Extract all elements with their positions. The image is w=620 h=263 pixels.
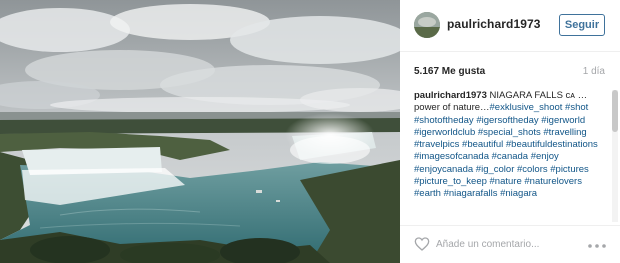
caption-container: paulrichard1973 NIAGARA FALLS ᴄᴀ …power … (414, 90, 606, 222)
post-header: paulrichard1973 Seguir (400, 0, 620, 52)
caption-username[interactable]: paulrichard1973 (414, 90, 487, 101)
post-stats: 5.167 Me gusta 1 día (400, 52, 620, 88)
comment-input[interactable] (436, 236, 576, 252)
follow-button[interactable]: Seguir (559, 14, 605, 36)
caption-hashtags[interactable]: #exklusive_shoot #shot #shotoftheday #ig… (414, 102, 598, 199)
more-options-icon[interactable] (587, 238, 607, 248)
niagara-falls-image (0, 0, 400, 263)
avatar[interactable] (414, 12, 440, 38)
post-timestamp[interactable]: 1 día (583, 66, 605, 77)
post-footer (400, 225, 620, 263)
scrollbar-thumb[interactable] (612, 90, 618, 132)
avatar-image (414, 12, 440, 38)
likes-count[interactable]: 5.167 Me gusta (414, 66, 485, 77)
heart-icon[interactable] (414, 236, 430, 252)
username-link[interactable]: paulrichard1973 (447, 17, 541, 31)
caption-scrollbar[interactable] (612, 90, 618, 222)
post-sidebar: paulrichard1973 Seguir 5.167 Me gusta 1 … (400, 0, 620, 263)
caption: paulrichard1973 NIAGARA FALLS ᴄᴀ …power … (414, 90, 606, 201)
post-photo[interactable] (0, 0, 400, 263)
